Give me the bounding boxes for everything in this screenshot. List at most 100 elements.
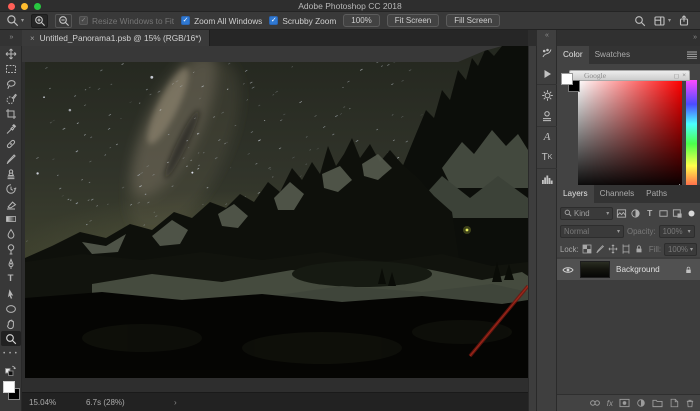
zoom-tool[interactable] bbox=[1, 331, 21, 346]
resize-windows-checkbox[interactable]: ✓ Resize Windows to Fit bbox=[79, 16, 174, 26]
document-tab-bar: × Untitled_Panorama1.psb @ 15% (RGB/16*) bbox=[22, 30, 528, 46]
filter-toggle-icon[interactable] bbox=[686, 207, 697, 220]
toolbar-overflow-icon[interactable]: » bbox=[0, 30, 22, 46]
move-tool[interactable] bbox=[0, 46, 22, 61]
status-chevron-icon[interactable]: › bbox=[174, 398, 177, 407]
tab-close-icon[interactable]: × bbox=[30, 34, 35, 43]
layers-bottom-bar: fx bbox=[557, 394, 700, 411]
layers-filter-row: Kind ▾ T bbox=[557, 204, 700, 222]
tab-paths[interactable]: Paths bbox=[640, 185, 673, 203]
shape-tool[interactable] bbox=[0, 301, 22, 316]
character-panel-icon[interactable]: A bbox=[537, 126, 557, 147]
lock-label: Lock: bbox=[560, 245, 579, 254]
edit-toolbar-icon[interactable]: • • • bbox=[3, 351, 18, 357]
delete-layer-icon[interactable] bbox=[685, 398, 695, 408]
foreground-color-swatch[interactable] bbox=[3, 381, 15, 393]
blur-tool[interactable] bbox=[0, 226, 22, 241]
resize-windows-label: Resize Windows to Fit bbox=[92, 16, 174, 26]
lock-all-icon[interactable] bbox=[634, 243, 644, 256]
tab-layers[interactable]: Layers bbox=[557, 185, 594, 203]
libraries-panel-icon[interactable] bbox=[537, 105, 557, 126]
lock-pixels-icon[interactable] bbox=[595, 243, 605, 256]
filter-pixel-layers-icon[interactable] bbox=[616, 207, 627, 220]
actions-panel-icon[interactable] bbox=[537, 63, 557, 84]
google-overlay-window[interactable]: Google ◻ × bbox=[569, 70, 690, 81]
history-brush-tool[interactable] bbox=[0, 181, 22, 196]
adjustments-panel-icon[interactable] bbox=[537, 84, 557, 105]
scrubby-zoom-checkbox[interactable]: ✓ Scrubby Zoom bbox=[269, 16, 336, 26]
status-zoom-field[interactable]: 15.04% bbox=[29, 398, 56, 407]
lock-position-icon[interactable] bbox=[608, 243, 618, 256]
brush-tool[interactable] bbox=[0, 151, 22, 166]
blend-opacity-row: Normal ▾ Opacity: 100% ▾ bbox=[557, 222, 700, 240]
layer-row-background[interactable]: Background bbox=[557, 259, 700, 280]
pen-tool[interactable] bbox=[0, 256, 22, 271]
maximize-icon[interactable]: ◻ bbox=[674, 72, 679, 80]
filter-adjustment-layers-icon[interactable] bbox=[630, 207, 641, 220]
crop-tool[interactable] bbox=[0, 106, 22, 121]
chevron-down-icon: ▾ bbox=[688, 228, 691, 235]
fill-select[interactable]: 100% ▾ bbox=[664, 243, 697, 256]
hue-slider[interactable] bbox=[686, 80, 697, 190]
path-selection-tool[interactable] bbox=[0, 286, 22, 301]
workspace-switcher[interactable]: ▾ bbox=[653, 15, 671, 27]
zoom-100-button[interactable]: 100% bbox=[343, 14, 379, 27]
panel-column: » Color Swatches Google ◻ × Layers Chann… bbox=[557, 30, 700, 411]
panels-collapse-icon[interactable]: » bbox=[557, 30, 700, 46]
search-icon[interactable] bbox=[634, 15, 646, 27]
blend-mode-select[interactable]: Normal ▾ bbox=[560, 225, 624, 238]
foreground-color-swatch[interactable] bbox=[561, 73, 573, 85]
tool-preset-picker[interactable]: ▾ bbox=[6, 14, 24, 27]
saturation-brightness-field[interactable] bbox=[578, 80, 682, 190]
kind-filter-dropdown[interactable]: Kind ▾ bbox=[560, 207, 613, 220]
hand-tool[interactable] bbox=[0, 316, 22, 331]
tab-channels[interactable]: Channels bbox=[594, 185, 641, 203]
lasso-tool[interactable] bbox=[0, 76, 22, 91]
filter-shape-layers-icon[interactable] bbox=[658, 207, 669, 220]
opacity-select[interactable]: 100% ▾ bbox=[659, 225, 695, 238]
visibility-eye-icon[interactable] bbox=[562, 265, 574, 275]
new-layer-icon[interactable] bbox=[669, 398, 679, 408]
new-adjustment-layer-icon[interactable] bbox=[636, 398, 646, 408]
lock-transparency-icon[interactable] bbox=[582, 243, 592, 256]
filter-type-layers-icon[interactable]: T bbox=[644, 207, 655, 220]
window-title: Adobe Photoshop CC 2018 bbox=[0, 0, 700, 12]
fill-screen-button[interactable]: Fill Screen bbox=[446, 14, 500, 27]
new-group-icon[interactable] bbox=[652, 398, 663, 408]
eraser-tool[interactable] bbox=[0, 196, 22, 211]
zoom-in-button[interactable] bbox=[31, 14, 48, 28]
type-tool[interactable]: T bbox=[0, 271, 22, 286]
zoom-out-button[interactable] bbox=[55, 14, 72, 28]
link-layers-icon[interactable] bbox=[589, 398, 601, 408]
layer-style-icon[interactable]: fx bbox=[607, 399, 613, 408]
clone-stamp-tool[interactable] bbox=[0, 166, 22, 181]
fit-screen-button[interactable]: Fit Screen bbox=[387, 14, 439, 27]
lock-artboard-icon[interactable] bbox=[621, 243, 631, 256]
histogram-panel-icon[interactable] bbox=[537, 168, 557, 189]
vertical-scrollbar[interactable] bbox=[528, 46, 537, 411]
panorama-image[interactable] bbox=[22, 46, 528, 392]
tk-panel-icon[interactable]: TK bbox=[537, 147, 557, 168]
close-icon[interactable]: × bbox=[682, 72, 686, 79]
dock-collapse-icon[interactable]: « bbox=[537, 30, 556, 42]
layer-thumbnail[interactable] bbox=[580, 261, 610, 278]
quick-selection-tool[interactable] bbox=[0, 91, 22, 106]
brush-settings-panel-icon[interactable] bbox=[537, 42, 557, 63]
window-titlebar: Adobe Photoshop CC 2018 bbox=[0, 0, 700, 12]
zoom-all-windows-checkbox[interactable]: ✓ Zoom All Windows bbox=[181, 16, 262, 26]
checkbox-icon: ✓ bbox=[269, 16, 278, 25]
spot-healing-brush-tool[interactable] bbox=[0, 136, 22, 151]
share-icon[interactable] bbox=[678, 14, 690, 27]
default-and-swap-colors-icon[interactable] bbox=[4, 364, 17, 376]
opacity-value: 100% bbox=[663, 227, 686, 236]
document-tab[interactable]: × Untitled_Panorama1.psb @ 15% (RGB/16*) bbox=[22, 30, 210, 46]
document-canvas-area[interactable] bbox=[22, 46, 528, 392]
zoom-out-icon bbox=[58, 15, 70, 27]
layer-lock-icon bbox=[684, 265, 693, 275]
eyedropper-tool[interactable] bbox=[0, 121, 22, 136]
gradient-tool[interactable] bbox=[0, 211, 22, 226]
filter-smart-object-icon[interactable] bbox=[672, 207, 683, 220]
add-layer-mask-icon[interactable] bbox=[619, 398, 630, 408]
dodge-tool[interactable] bbox=[0, 241, 22, 256]
marquee-tool[interactable] bbox=[0, 61, 22, 76]
